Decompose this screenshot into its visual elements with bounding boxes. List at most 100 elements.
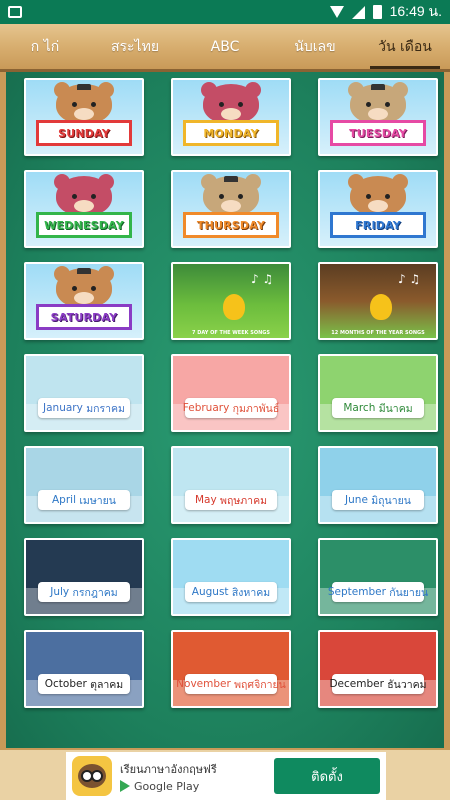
tab-label: นับเลข xyxy=(294,38,336,55)
month-label: February กุมภาพันธ์ xyxy=(182,398,280,418)
month-label: November พฤศจิกายน xyxy=(176,674,286,694)
tab-thai-vowels[interactable]: สระไทย xyxy=(90,24,180,69)
month-name-th: กุมภาพันธ์ xyxy=(232,402,280,415)
month-card[interactable]: November พฤศจิกายน xyxy=(171,630,291,708)
song-card[interactable]: ♪ ♫ 12 MONTHS OF THE YEAR SONGS xyxy=(318,262,438,340)
bear-eye xyxy=(72,286,77,291)
ad-store-label: Google Play xyxy=(134,779,200,793)
month-name-th: สิงหาคม xyxy=(231,586,271,599)
tab-label: สระไทย xyxy=(110,38,160,55)
hat-icon xyxy=(224,176,238,182)
bear-eye xyxy=(366,102,371,107)
month-illustration xyxy=(26,632,142,706)
month-name-th: ธันวาคม xyxy=(387,678,427,691)
month-card[interactable]: February กุมภาพันธ์ xyxy=(171,354,291,432)
day-card[interactable]: MONDAY xyxy=(171,78,291,156)
month-name-en: September xyxy=(327,586,386,598)
bear-icon xyxy=(203,176,259,216)
month-label: December ธันวาคม xyxy=(329,674,427,694)
tab-counting[interactable]: นับเลข xyxy=(270,24,360,69)
tab-label: วัน เดือน xyxy=(378,38,432,55)
month-name-en: October xyxy=(44,678,87,690)
song-caption: 12 MONTHS OF THE YEAR SONGS xyxy=(331,330,425,336)
day-sign: FRIDAY xyxy=(330,212,426,238)
month-name-en: May xyxy=(194,494,217,506)
bear-snout xyxy=(368,108,388,120)
bear-eye xyxy=(238,102,243,107)
month-card[interactable]: May พฤษภาคม xyxy=(171,446,291,524)
month-illustration xyxy=(320,356,436,430)
month-card[interactable]: October ตุลาคม xyxy=(24,630,144,708)
month-label: August สิงหาคม xyxy=(185,582,277,602)
month-card[interactable]: April เมษายน xyxy=(24,446,144,524)
category-tabs: ก ไก่ สระไทย ABC นับเลข วัน เดือน xyxy=(0,24,450,72)
bear-eye xyxy=(238,194,243,199)
month-name-th: มกราคม xyxy=(86,402,125,415)
month-card[interactable]: July กรกฎาคม xyxy=(24,538,144,616)
day-card[interactable]: FRIDAY xyxy=(318,170,438,248)
music-note-icon: ♪ ♫ xyxy=(251,272,274,286)
chalkboard: SUNDAY MONDAY TUESDAY WEDNESDAY THURSDAY FRID… xyxy=(0,72,450,748)
battery-icon xyxy=(372,5,382,19)
bear-eye xyxy=(385,102,390,107)
month-card[interactable]: January มกราคม xyxy=(24,354,144,432)
month-name-th: พฤษภาคม xyxy=(220,494,268,507)
bear-snout xyxy=(74,108,94,120)
month-label: September กันยายน xyxy=(328,582,428,602)
hat-icon xyxy=(371,84,385,90)
day-card[interactable]: TUESDAY xyxy=(318,78,438,156)
bear-eye xyxy=(91,194,96,199)
install-button[interactable]: ติดตั้ง xyxy=(274,758,380,794)
bear-eye xyxy=(219,194,224,199)
month-illustration xyxy=(173,632,289,706)
month-label: March มีนาคม xyxy=(332,398,424,418)
month-name-th: กันยายน xyxy=(389,586,429,599)
duck-icon xyxy=(370,294,392,320)
month-name-th: ตุลาคม xyxy=(90,678,124,691)
music-note-icon: ♪ ♫ xyxy=(398,272,421,286)
tab-thai-alphabet[interactable]: ก ไก่ xyxy=(0,24,90,69)
day-card[interactable]: WEDNESDAY xyxy=(24,170,144,248)
month-name-th: กรกฎาคม xyxy=(72,586,118,599)
duck-icon xyxy=(223,294,245,320)
month-card[interactable]: August สิงหาคม xyxy=(171,538,291,616)
tab-abc[interactable]: ABC xyxy=(180,24,270,69)
month-illustration xyxy=(320,540,436,614)
bear-icon xyxy=(56,84,112,124)
bear-icon xyxy=(350,176,406,216)
tab-days-months[interactable]: วัน เดือน xyxy=(360,24,450,69)
song-card[interactable]: ♪ ♫ 7 DAY OF THE WEEK SONGS xyxy=(171,262,291,340)
day-card[interactable]: THURSDAY xyxy=(171,170,291,248)
app-icon xyxy=(72,756,112,796)
month-label: October ตุลาคม xyxy=(38,674,130,694)
bear-eye xyxy=(72,194,77,199)
month-label: April เมษายน xyxy=(38,490,130,510)
month-name-en: December xyxy=(329,678,384,690)
day-sign: SATURDAY xyxy=(36,304,132,330)
bear-icon xyxy=(350,84,406,124)
bear-icon xyxy=(56,176,112,216)
month-card[interactable]: December ธันวาคม xyxy=(318,630,438,708)
bear-eye xyxy=(91,102,96,107)
day-card[interactable]: SUNDAY xyxy=(24,78,144,156)
month-illustration xyxy=(320,448,436,522)
month-card[interactable]: September กันยายน xyxy=(318,538,438,616)
month-card[interactable]: June มิถุนายน xyxy=(318,446,438,524)
month-label: July กรกฎาคม xyxy=(38,582,130,602)
day-card[interactable]: SATURDAY xyxy=(24,262,144,340)
tab-label: ก ไก่ xyxy=(30,38,60,55)
month-card[interactable]: March มีนาคม xyxy=(318,354,438,432)
ad-content[interactable]: เรียนภาษาอังกฤษฟรี Google Play ติดตั้ง xyxy=(66,752,386,800)
month-illustration xyxy=(173,540,289,614)
month-label: January มกราคม xyxy=(38,398,130,418)
month-illustration xyxy=(26,448,142,522)
month-name-en: June xyxy=(345,494,368,506)
month-name-en: February xyxy=(182,402,230,414)
ad-store: Google Play xyxy=(120,780,217,793)
bear-icon xyxy=(56,268,112,308)
bear-eye xyxy=(72,102,77,107)
month-name-en: November xyxy=(176,678,231,690)
wifi-icon xyxy=(329,6,344,18)
month-illustration xyxy=(26,540,142,614)
bear-snout xyxy=(221,108,241,120)
